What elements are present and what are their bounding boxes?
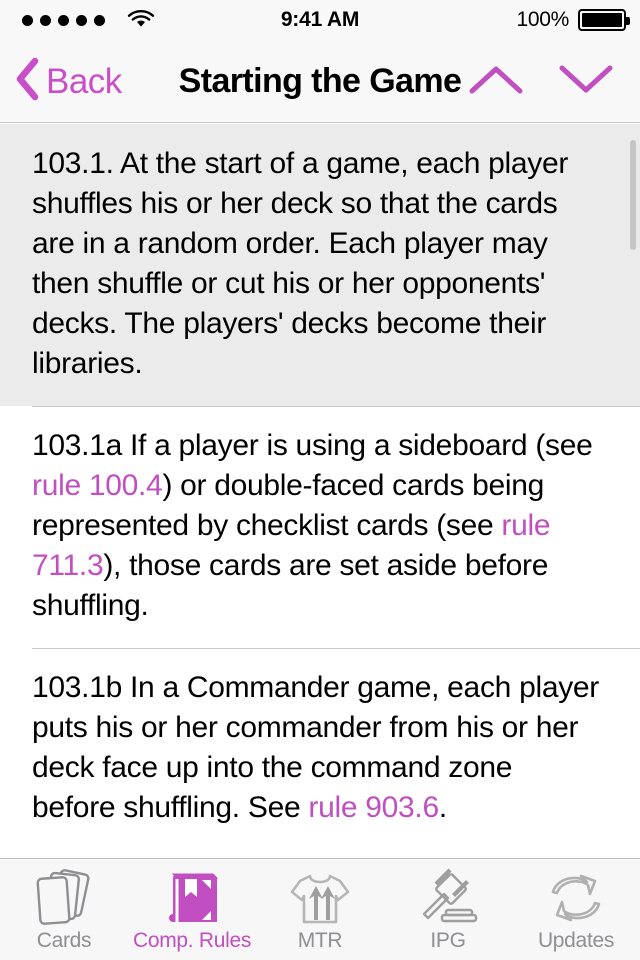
status-bar-left (14, 7, 224, 33)
rule-link[interactable]: rule 100.4 (32, 469, 163, 502)
tab-label: Comp. Rules (132, 929, 252, 952)
rule-link[interactable]: rule 903.6 (308, 791, 439, 824)
chevron-left-icon (14, 57, 40, 106)
rule-text: 103.1b In a Commander game, each player … (32, 671, 599, 824)
tab-ipg[interactable]: IPG (384, 859, 512, 960)
status-bar: 9:41 AM 100% (0, 0, 640, 40)
rule-text: 103.1a If a player is using a sideboard … (32, 429, 593, 622)
tab-updates[interactable]: Updates (512, 859, 640, 960)
tab-label: Cards (36, 929, 92, 952)
cards-stack-icon (27, 867, 101, 929)
tab-label: IPG (430, 929, 466, 952)
wifi-icon (127, 7, 155, 33)
tab-comp-rules[interactable]: Comp. Rules (128, 859, 256, 960)
nav-arrow-group (468, 62, 614, 101)
tab-label: Updates (537, 929, 615, 952)
tab-mtr[interactable]: MTR (256, 859, 384, 960)
rule-text: 103.1. At the start of a game, each play… (32, 147, 569, 380)
status-bar-right: 100% (416, 8, 630, 32)
navigation-bar: Back Starting the Game (0, 40, 640, 123)
chevron-up-icon[interactable] (468, 62, 524, 101)
tab-bar: Cards Comp. Rules MTR IPG Updates (0, 858, 640, 960)
rule-block[interactable]: 103.1a If a player is using a sideboard … (0, 406, 640, 648)
gavel-icon (414, 867, 482, 929)
battery-full-icon (578, 9, 630, 31)
battery-percent-label: 100% (516, 8, 569, 31)
signal-dots-icon (22, 14, 105, 26)
back-button[interactable]: Back (14, 57, 122, 106)
chevron-down-icon[interactable] (558, 62, 614, 101)
tab-label: MTR (297, 929, 343, 952)
book-icon (159, 867, 225, 929)
rule-separator (32, 648, 640, 649)
refresh-arrows-icon (543, 867, 609, 929)
back-button-label: Back (46, 61, 122, 101)
status-bar-time: 9:41 AM (280, 8, 360, 31)
rule-block[interactable]: 103.1b In a Commander game, each player … (0, 648, 640, 850)
tshirt-arrows-icon (286, 867, 354, 929)
rule-block[interactable]: 103.1. At the start of a game, each play… (0, 124, 640, 406)
rule-separator (32, 406, 640, 407)
tab-cards[interactable]: Cards (0, 859, 128, 960)
app-screen: 9:41 AM 100% Back Starting the Game 103.… (0, 0, 640, 960)
rules-scroll-area[interactable]: 103.1. At the start of a game, each play… (0, 124, 640, 858)
